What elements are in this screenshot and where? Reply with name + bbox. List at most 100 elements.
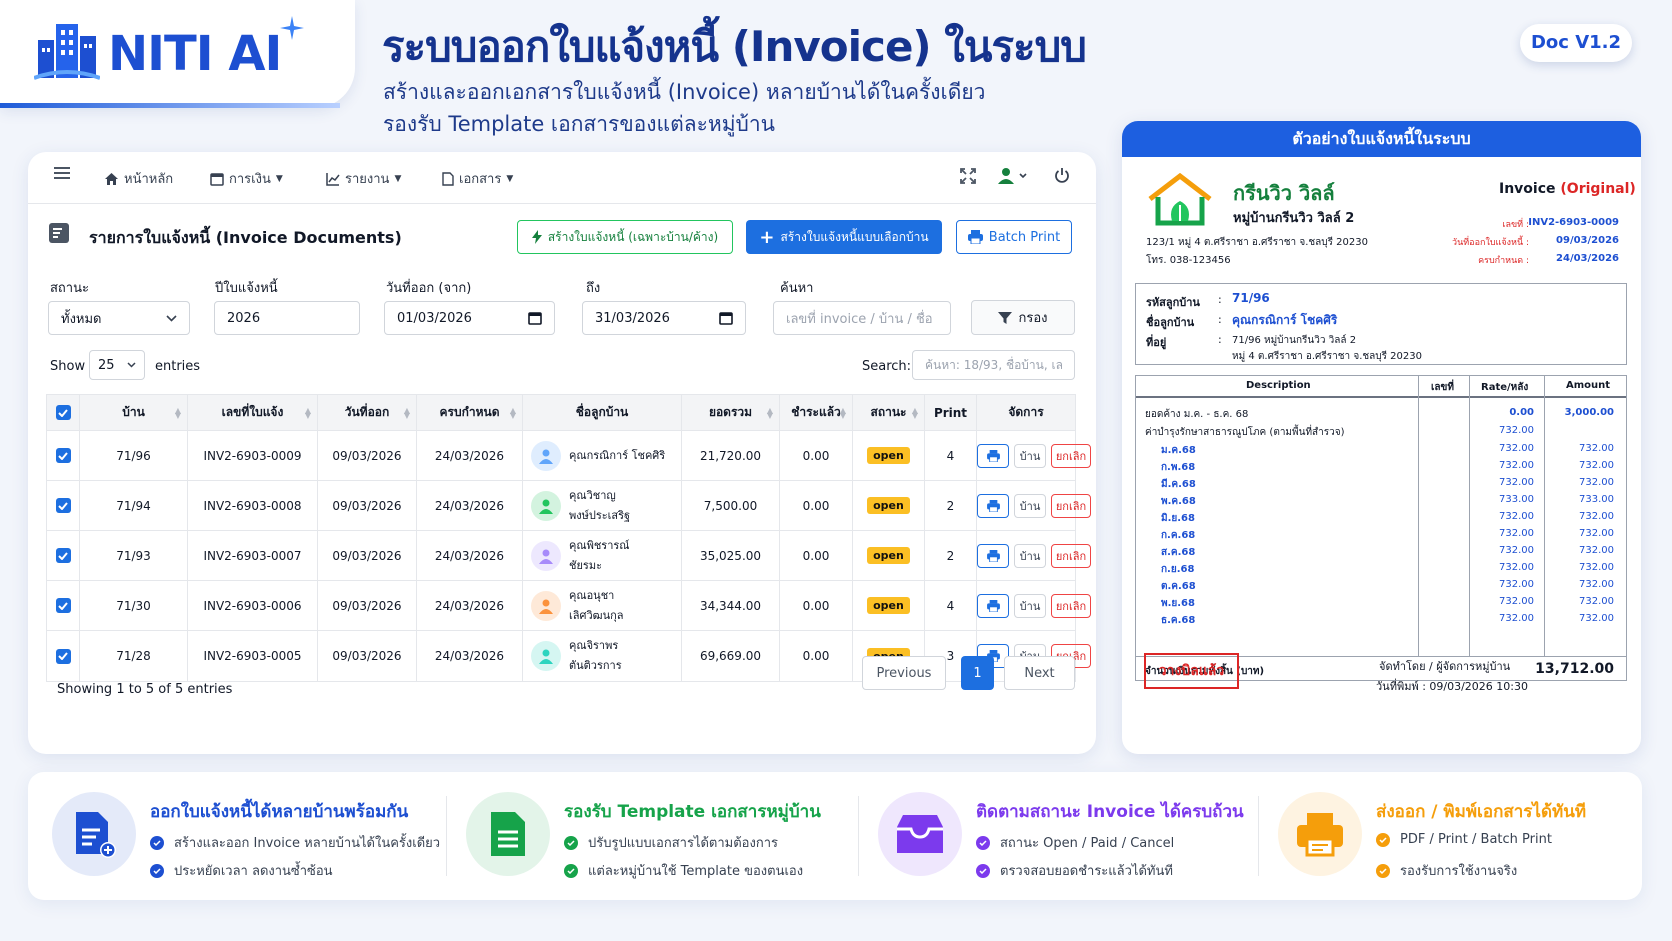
feature-point: ประหยัดเวลา ลดงานซ้ำซ้อน — [150, 860, 333, 881]
features-strip: ออกใบแจ้งหนี้ได้หลายบ้านพร้อมกัน สร้างแล… — [28, 772, 1642, 900]
col-header-invoice-no[interactable]: เลขที่ใบแจ้ง ▲ ▼ — [188, 395, 318, 430]
cell-invoice-no[interactable]: INV2-6903-0008 — [188, 481, 318, 530]
status-filter-label: สถานะ — [50, 281, 89, 296]
search-filter-placeholder: เลขที่ invoice / บ้าน / ชื่อ — [786, 311, 933, 327]
avatar — [531, 490, 561, 521]
month-rate: 732.00 — [1499, 579, 1534, 590]
month-rate: 732.00 — [1499, 562, 1534, 573]
date-from-input[interactable]: 01/03/2026 — [384, 301, 555, 335]
nav-report[interactable]: รายงาน ▼ — [326, 168, 401, 189]
line-desc: ค่าบำรุงรักษาสาธารณูปโภค (ตามพื้นที่สำรว… — [1145, 427, 1345, 438]
month-label: ก.ย.68 — [1161, 564, 1195, 575]
cell-due: 24/03/2026 — [417, 581, 523, 630]
user-menu-icon[interactable] — [998, 167, 1030, 185]
month-amount: 732.00 — [1579, 477, 1614, 488]
create-invoice-single-button[interactable]: สร้างใบแจ้งหนี้ (เฉพาะบ้าน/ค้าง) — [517, 220, 733, 254]
show-label: Show — [50, 359, 86, 374]
invoice-no-label: เลขที่ : — [1502, 220, 1529, 230]
batch-print-button[interactable]: Batch Print — [956, 220, 1072, 254]
year-input[interactable]: 2026 — [214, 301, 360, 335]
search-filter-input[interactable]: เลขที่ invoice / บ้าน / ชื่อ — [773, 301, 951, 335]
grand-total-value: 13,712.00 — [1535, 661, 1614, 677]
line-items-table: Description เลขที่ Rate/หลัง Amount ยอดค… — [1135, 375, 1627, 681]
chart-line-icon — [326, 172, 340, 186]
row-checkbox[interactable] — [47, 431, 80, 480]
month-label: มิ.ย.68 — [1161, 513, 1195, 524]
row-checkbox[interactable] — [47, 631, 80, 681]
check-icon — [564, 863, 578, 878]
cell-invoice-no[interactable]: INV2-6903-0007 — [188, 531, 318, 580]
power-icon[interactable] — [1054, 167, 1070, 184]
date-from-value: 01/03/2026 — [397, 310, 472, 326]
resident-name: คุณอนุชา — [569, 588, 615, 602]
month-amount: 732.00 — [1579, 528, 1614, 539]
invoice-preview-card: ตัวอย่างใบแจ้งหนี้ในระบบ กรีนวิว วิลล์ ห… — [1122, 121, 1641, 754]
row-cancel-button[interactable]: ยกเลิก — [1051, 543, 1091, 568]
feature-divider — [446, 796, 447, 876]
month-label: ก.พ.68 — [1161, 462, 1196, 473]
line-rate: 0.00 — [1509, 407, 1534, 418]
line-desc: ยอดค้าง ม.ค. - ธ.ค. 68 — [1145, 409, 1249, 420]
home-icon — [104, 172, 119, 186]
previous-page-button[interactable]: Previous — [862, 656, 946, 690]
building-logo-icon — [34, 18, 100, 82]
select-all-checkbox[interactable] — [47, 395, 80, 430]
date-to-label: ถึง — [586, 281, 601, 296]
table-row: 71/30 INV2-6903-0006 09/03/2026 24/03/20… — [47, 581, 1091, 631]
month-rate: 732.00 — [1499, 511, 1534, 522]
create-invoice-multi-button[interactable]: + สร้างใบแจ้งหนี้แบบเลือกบ้าน — [746, 220, 942, 254]
date-to-input[interactable]: 31/03/2026 — [582, 301, 746, 335]
nav-finance[interactable]: การเงิน ▼ — [210, 168, 283, 189]
cell-total: 34,344.00 — [682, 581, 780, 630]
col-description: Description — [1246, 380, 1311, 391]
row-cancel-button[interactable]: ยกเลิก — [1051, 593, 1091, 618]
month-rate: 732.00 — [1499, 613, 1534, 624]
page-1-button[interactable]: 1 — [961, 656, 994, 690]
status-select[interactable]: ทั้งหมด — [48, 301, 190, 335]
nav-documents[interactable]: เอกสาร ▼ — [442, 168, 513, 189]
cell-invoice-no[interactable]: INV2-6903-0009 — [188, 431, 318, 480]
resident-surname: ชัยรมะ — [569, 558, 602, 572]
village-house-logo-icon — [1146, 173, 1214, 227]
calendar-icon[interactable] — [719, 311, 733, 325]
col-header-paid[interactable]: ชำระแล้ว ▲ ▼ — [780, 395, 853, 430]
create-invoice-multi-label: สร้างใบแจ้งหนี้แบบเลือกบ้าน — [780, 229, 929, 244]
row-print-button[interactable] — [977, 543, 1009, 568]
row-print-button[interactable] — [977, 443, 1009, 468]
col-header-issued[interactable]: วันที่ออก ▲ ▼ — [318, 395, 417, 430]
row-print-button[interactable] — [977, 593, 1009, 618]
feature-point: PDF / Print / Batch Print — [1376, 832, 1552, 847]
row-cancel-button[interactable]: ยกเลิก — [1051, 443, 1091, 468]
fullscreen-icon[interactable] — [960, 168, 976, 184]
next-page-button[interactable]: Next — [1004, 656, 1075, 690]
col-header-house[interactable]: บ้าน ▲ ▼ — [80, 395, 188, 430]
invoice-app-window: หน้าหลัก การเงิน ▼ รายงาน ▼ เอกสาร ▼ ราย… — [28, 152, 1096, 754]
invoice-type-label: Invoice (Original) — [1499, 181, 1636, 197]
feature-title: ติดตามสถานะ Invoice ได้ครบถ้วน — [976, 802, 1244, 822]
table-row: 71/93 INV2-6903-0007 09/03/2026 24/03/20… — [47, 531, 1091, 581]
row-checkbox[interactable] — [47, 581, 80, 630]
row-cancel-button[interactable]: ยกเลิก — [1051, 493, 1091, 518]
calendar-icon[interactable] — [528, 311, 542, 325]
month-amount: 732.00 — [1579, 579, 1614, 590]
col-header-due[interactable]: ครบกำหนด ▲ ▼ — [417, 395, 523, 430]
row-house-button[interactable]: บ้าน — [1014, 543, 1046, 568]
row-house-button[interactable]: บ้าน — [1014, 593, 1046, 618]
col-header-status[interactable]: สถานะ ▲ ▼ — [853, 395, 925, 430]
entries-select[interactable]: 25 — [89, 350, 145, 380]
col-header-print[interactable]: Print — [925, 395, 977, 430]
cell-invoice-no[interactable]: INV2-6903-0006 — [188, 581, 318, 630]
row-print-button[interactable] — [977, 493, 1009, 518]
hamburger-menu-icon[interactable] — [54, 166, 70, 180]
nav-home[interactable]: หน้าหลัก — [104, 168, 173, 189]
row-house-button[interactable]: บ้าน — [1014, 493, 1046, 518]
row-checkbox[interactable] — [47, 481, 80, 530]
col-header-total[interactable]: ยอดรวม ▲ ▼ — [682, 395, 780, 430]
row-house-button[interactable]: บ้าน — [1014, 443, 1046, 468]
col-header-name[interactable]: ชื่อลูกบ้าน — [523, 395, 682, 430]
table-search-input[interactable]: ค้นหา: 18/93, ชื่อบ้าน, เลข — [912, 350, 1075, 380]
filter-button[interactable]: กรอง — [971, 300, 1075, 335]
row-checkbox[interactable] — [47, 531, 80, 580]
cell-invoice-no[interactable]: INV2-6903-0005 — [188, 631, 318, 681]
resident-surname: พงษ์ประเสริฐ — [569, 508, 631, 522]
